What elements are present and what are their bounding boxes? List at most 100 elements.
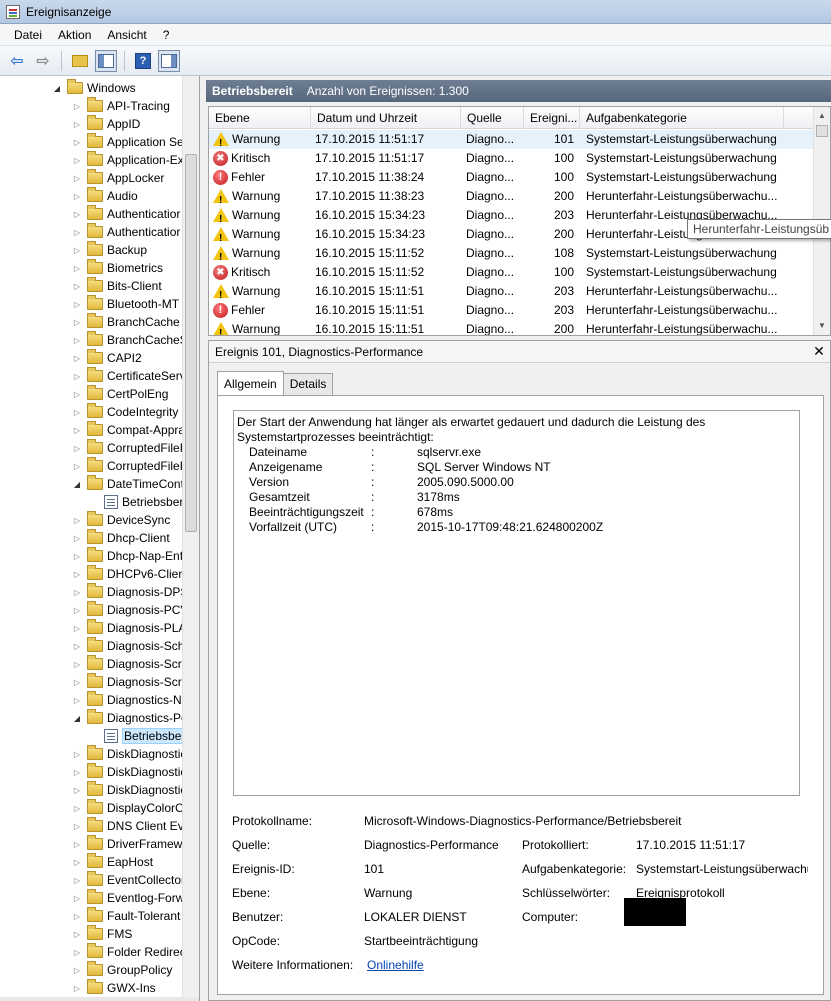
collapsed-arrow-icon[interactable]: ▷ — [72, 659, 82, 669]
tree-item-folder[interactable]: ▷ Compat-Appra — [72, 421, 185, 439]
tree-item-folder[interactable]: ▷ FMS — [72, 925, 132, 943]
tree-item-folder[interactable]: ▷ CertPolEng — [72, 385, 168, 403]
collapsed-arrow-icon[interactable]: ▷ — [72, 911, 82, 921]
tree-item-folder[interactable]: ▷ Bits-Client — [72, 277, 162, 295]
event-row[interactable]: ✖ Kritisch 17.10.2015 11:51:17 Diagno... 100… — [209, 149, 815, 168]
tree-item-folder[interactable]: ▷ Bluetooth-MT — [72, 295, 179, 313]
events-scroll-thumb[interactable] — [816, 125, 828, 137]
tree-item-folder[interactable]: ▷ Diagnosis-Scri — [72, 655, 184, 673]
collapsed-arrow-icon[interactable]: ▷ — [72, 767, 82, 777]
collapsed-arrow-icon[interactable]: ▷ — [72, 947, 82, 957]
tree-item-folder[interactable]: ▷ BranchCache — [72, 313, 180, 331]
tree-item-folder[interactable]: ▷ DNS Client Eve — [72, 817, 190, 835]
collapsed-arrow-icon[interactable]: ▷ — [72, 839, 82, 849]
collapsed-arrow-icon[interactable]: ▷ — [72, 209, 82, 219]
scroll-down-icon[interactable]: ▼ — [816, 321, 828, 333]
collapsed-arrow-icon[interactable]: ▷ — [72, 551, 82, 561]
event-row[interactable]: ✖ Kritisch 16.10.2015 15:11:52 Diagno... 100… — [209, 263, 815, 282]
tree-item-folder[interactable]: ◢ DateTimeCont — [72, 475, 184, 493]
event-description[interactable]: Der Start der Anwendung hat länger als e… — [233, 410, 800, 796]
tree-item-folder[interactable]: ▷ Diagnostics-N — [72, 691, 182, 709]
tree-item-folder[interactable]: ▷ Diagnosis-PLA — [72, 619, 186, 637]
show-tree-button[interactable] — [95, 49, 117, 72]
tree-item-folder[interactable]: ▷ Folder Redirect — [72, 943, 189, 961]
collapsed-arrow-icon[interactable]: ▷ — [72, 677, 82, 687]
collapsed-arrow-icon[interactable]: ▷ — [72, 803, 82, 813]
scroll-up-icon[interactable]: ▲ — [816, 111, 828, 123]
tree-item-folder[interactable]: ▷ GWX-Ins — [72, 979, 156, 997]
tree-item-folder[interactable]: ▷ Authenticatior — [72, 205, 180, 223]
collapsed-arrow-icon[interactable]: ▷ — [72, 407, 82, 417]
tree-item-windows[interactable]: ◢ Windows — [52, 79, 136, 97]
column-header-date[interactable]: Datum und Uhrzeit — [311, 107, 461, 129]
collapsed-arrow-icon[interactable]: ▷ — [72, 983, 82, 993]
close-icon[interactable]: ✕ — [812, 343, 826, 359]
show-action-pane-button[interactable] — [158, 49, 180, 72]
collapsed-arrow-icon[interactable]: ▷ — [72, 317, 82, 327]
collapsed-arrow-icon[interactable]: ▷ — [72, 191, 82, 201]
collapsed-arrow-icon[interactable]: ▷ — [72, 389, 82, 399]
collapsed-arrow-icon[interactable]: ▷ — [72, 749, 82, 759]
collapsed-arrow-icon[interactable]: ▷ — [72, 227, 82, 237]
collapsed-arrow-icon[interactable]: ▷ — [72, 929, 82, 939]
tree-item-folder[interactable]: ▷ CorruptedFileF — [72, 457, 187, 475]
collapsed-arrow-icon[interactable]: ▷ — [72, 515, 82, 525]
tree-item-folder[interactable]: ▷ Dhcp-Client — [72, 529, 170, 547]
tree-item-log[interactable]: Betriebsber — [104, 493, 183, 511]
collapsed-arrow-icon[interactable]: ▷ — [72, 101, 82, 111]
tree-item-folder[interactable]: ▷ Eventlog-Forw — [72, 889, 184, 907]
collapsed-arrow-icon[interactable]: ▷ — [72, 371, 82, 381]
tree-item-folder[interactable]: ▷ DiskDiagnostic — [72, 763, 186, 781]
collapsed-arrow-icon[interactable]: ▷ — [72, 335, 82, 345]
collapsed-arrow-icon[interactable]: ▷ — [72, 155, 82, 165]
column-header-source[interactable]: Quelle — [461, 107, 524, 129]
forward-button[interactable]: ⇨ — [32, 50, 54, 72]
tree-item-folder[interactable]: ▷ Audio — [72, 187, 138, 205]
event-row[interactable]: Warnung 16.10.2015 15:11:51 Diagno... 200 He… — [209, 320, 815, 335]
expanded-arrow-icon[interactable]: ◢ — [72, 713, 82, 723]
collapsed-arrow-icon[interactable]: ▷ — [72, 425, 82, 435]
collapsed-arrow-icon[interactable]: ▷ — [72, 299, 82, 309]
tree-item-folder[interactable]: ▷ DeviceSync — [72, 511, 170, 529]
collapsed-arrow-icon[interactable]: ▷ — [72, 875, 82, 885]
tree-item-folder[interactable]: ▷ AppLocker — [72, 169, 164, 187]
tree-item-folder[interactable]: ▷ EapHost — [72, 853, 153, 871]
tree-item-folder[interactable]: ▷ BranchCacheS — [72, 331, 188, 349]
tree-item-folder[interactable]: ▷ CAPI2 — [72, 349, 142, 367]
tree-item-folder[interactable]: ▷ Dhcp-Nap-Enf — [72, 547, 183, 565]
event-row[interactable]: Warnung 16.10.2015 15:11:52 Diagno... 108 Sy… — [209, 244, 815, 263]
menu-ansicht[interactable]: Ansicht — [99, 26, 154, 44]
help-button[interactable]: ? — [132, 50, 154, 72]
menu-aktion[interactable]: Aktion — [50, 26, 99, 44]
tree-item-folder[interactable]: ▷ Diagnosis-PCV — [72, 601, 188, 619]
collapsed-arrow-icon[interactable]: ▷ — [72, 461, 82, 471]
tree-item-folder[interactable]: ▷ DHCPv6-Clien — [72, 565, 185, 583]
tree-item-folder[interactable]: ▷ AppID — [72, 115, 140, 133]
collapsed-arrow-icon[interactable]: ▷ — [72, 353, 82, 363]
event-row[interactable]: ! Fehler 16.10.2015 15:11:51 Diagno... 203 He… — [209, 301, 815, 320]
console-tree[interactable]: ◢ Windows ▷ API-Tracing ▷ AppID ▷ Application S… — [0, 76, 200, 1001]
event-row[interactable]: Warnung 17.10.2015 11:51:17 Diagno... 101 Sy… — [209, 130, 815, 149]
tree-item-folder[interactable]: ▷ Backup — [72, 241, 147, 259]
event-row[interactable]: ! Fehler 17.10.2015 11:38:24 Diagno... 100 Sy… — [209, 168, 815, 187]
collapsed-arrow-icon[interactable]: ▷ — [72, 587, 82, 597]
collapsed-arrow-icon[interactable]: ▷ — [72, 137, 82, 147]
collapsed-arrow-icon[interactable]: ▷ — [72, 605, 82, 615]
column-header-event-id[interactable]: Ereigni... — [524, 107, 580, 129]
collapsed-arrow-icon[interactable]: ▷ — [72, 641, 82, 651]
tree-item-folder[interactable]: ▷ Biometrics — [72, 259, 163, 277]
expanded-arrow-icon[interactable]: ◢ — [52, 83, 62, 93]
tab-allgemein[interactable]: Allgemein — [217, 371, 284, 395]
expanded-arrow-icon[interactable]: ◢ — [72, 479, 82, 489]
tree-item-folder[interactable]: ▷ CodeIntegrity — [72, 403, 178, 421]
column-header-level[interactable]: Ebene — [209, 107, 311, 129]
tree-item-folder[interactable]: ▷ DriverFramewo — [72, 835, 189, 853]
tree-scroll-thumb[interactable] — [185, 154, 197, 532]
tree-item-folder[interactable]: ▷ Diagnosis-DPS — [72, 583, 188, 601]
tree-item-folder[interactable]: ▷ DiskDiagnostic — [72, 745, 186, 763]
collapsed-arrow-icon[interactable]: ▷ — [72, 623, 82, 633]
collapsed-arrow-icon[interactable]: ▷ — [72, 965, 82, 975]
tree-item-folder[interactable]: ▷ CertificateServ — [72, 367, 186, 385]
column-header-category[interactable]: Aufgabenkategorie — [580, 107, 784, 129]
tree-item-folder[interactable]: ▷ Application-Ex — [72, 151, 184, 169]
